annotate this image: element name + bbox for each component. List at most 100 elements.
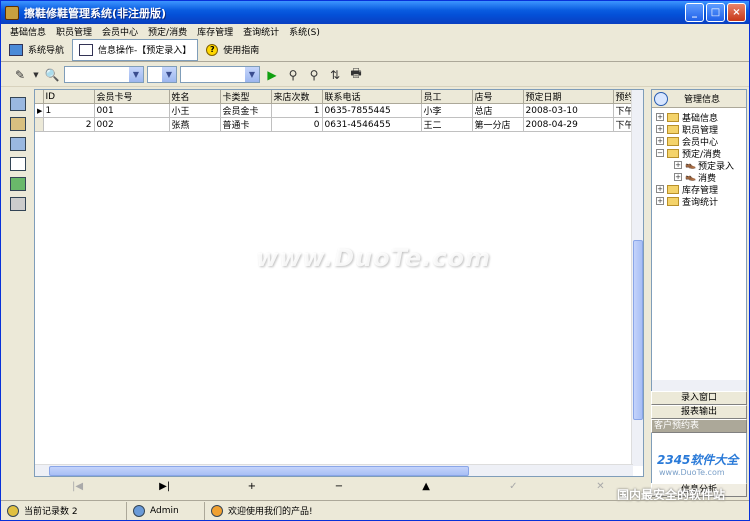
search-icon[interactable]: ⚲	[284, 66, 302, 84]
value-select[interactable]: ▼	[180, 66, 260, 83]
tree-item-member[interactable]: + 会员中心	[656, 135, 746, 148]
tree-item-query[interactable]: + 查询统计	[656, 195, 746, 208]
insert-record-button[interactable]: +	[208, 481, 295, 492]
collapse-icon[interactable]: −	[656, 149, 664, 157]
table-cell[interactable]: 2008-03-10	[523, 103, 614, 118]
menu-staff[interactable]: 职员管理	[51, 25, 97, 38]
table-row[interactable]: ▶ 1 001 小王 会员金卡 1 0635-7855445 小李 总店 200…	[35, 103, 635, 118]
chevron-down-icon: ▼	[129, 67, 143, 82]
close-button[interactable]: ×	[727, 3, 746, 22]
welcome-cell: 欢迎使用我们的产品!	[205, 502, 405, 520]
column-header[interactable]: 姓名	[169, 90, 221, 104]
report-output-button[interactable]: 报表输出	[651, 405, 747, 419]
run-icon[interactable]: ▶	[263, 66, 281, 84]
user-icon	[133, 504, 145, 517]
expand-icon[interactable]: +	[656, 197, 664, 205]
column-header[interactable]: ID	[43, 90, 95, 104]
table-cell[interactable]: 0635-7855445	[322, 103, 422, 118]
chevron-down-icon: ▼	[245, 67, 259, 82]
menu-booking[interactable]: 预定/消费	[143, 25, 192, 38]
tree-item-booking[interactable]: − 预定/消费	[656, 147, 746, 160]
grid-vertical-scrollbar[interactable]	[631, 90, 643, 466]
expand-icon[interactable]: +	[656, 113, 664, 121]
data-grid[interactable]: ID 会员卡号 姓名 卡类型 来店次数 联系电话 员工 店号 预定日期 预约 ▶…	[34, 89, 644, 477]
table-row[interactable]: 2 002 张燕 普通卡 0 0631-4546455 王二 第一分店 2008…	[35, 117, 635, 132]
maximize-button[interactable]: □	[706, 3, 725, 22]
delete-record-button[interactable]: −	[295, 481, 382, 492]
table-cell[interactable]: 1	[271, 103, 323, 118]
column-header[interactable]: 店号	[472, 90, 524, 104]
column-header[interactable]: 会员卡号	[94, 90, 170, 104]
globe-icon	[654, 91, 668, 106]
column-header[interactable]: 卡类型	[220, 90, 272, 104]
menu-basic-info[interactable]: 基础信息	[5, 25, 51, 38]
document-icon[interactable]	[10, 157, 26, 171]
tree-item-basic-info[interactable]: + 基础信息	[656, 111, 746, 124]
first-record-button[interactable]: |◀	[34, 481, 121, 492]
book-icon[interactable]	[10, 137, 26, 151]
edit-record-button[interactable]: ▲	[383, 481, 470, 492]
column-header[interactable]: 预定日期	[523, 90, 614, 104]
expand-icon[interactable]: +	[656, 125, 664, 133]
scroll-thumb[interactable]	[49, 466, 469, 476]
tree-item-staff[interactable]: + 职员管理	[656, 123, 746, 136]
table-cell[interactable]: 王二	[421, 117, 473, 132]
expand-icon[interactable]: +	[674, 161, 682, 169]
table-cell[interactable]: 2	[43, 117, 95, 132]
tree-item-booking-entry[interactable]: + 👞 预定录入	[656, 159, 746, 172]
menu-member[interactable]: 会员中心	[97, 25, 143, 38]
expand-icon[interactable]: +	[656, 137, 664, 145]
table-cell[interactable]: 0631-4546455	[322, 117, 422, 132]
tools-icon[interactable]	[10, 117, 26, 131]
entry-window-button[interactable]: 录入窗口	[651, 391, 747, 405]
print-icon[interactable]: 🖶	[347, 66, 365, 84]
table-cell[interactable]: 普通卡	[220, 117, 272, 132]
tab-label: 使用指南	[223, 46, 260, 56]
chart-icon[interactable]	[10, 177, 26, 191]
table-cell[interactable]: 002	[94, 117, 170, 132]
menu-system[interactable]: 系统(S)	[284, 25, 325, 38]
table-cell[interactable]: 总店	[472, 103, 524, 118]
shoe-icon: 👞	[685, 172, 697, 182]
table-cell[interactable]: 会员金卡	[220, 103, 272, 118]
tab-navigation[interactable]: 系统导航	[3, 40, 70, 60]
operator-select[interactable]: ▼	[147, 66, 177, 83]
last-record-button[interactable]: ▶|	[121, 481, 208, 492]
table-cell[interactable]: 1	[43, 103, 95, 118]
tab-guide[interactable]: ? 使用指南	[200, 40, 265, 60]
field-select[interactable]: ▼	[64, 66, 144, 83]
tab-booking-entry[interactable]: 信息操作-【预定录入】	[72, 38, 199, 61]
title-bar[interactable]: 擦鞋修鞋管理系统(非注册版) _ □ ×	[1, 1, 749, 24]
find-icon[interactable]: 🔍	[43, 66, 61, 84]
pencil-icon[interactable]: ✎	[11, 66, 29, 84]
expand-icon[interactable]: +	[674, 173, 682, 181]
table-cell[interactable]: 001	[94, 103, 170, 118]
column-header[interactable]: 员工	[421, 90, 473, 104]
table-cell[interactable]: 2008-04-29	[523, 117, 614, 132]
column-header[interactable]: 来店次数	[271, 90, 323, 104]
table-cell[interactable]: 小王	[169, 103, 221, 118]
dropdown-arrow-icon[interactable]: ▼	[32, 66, 40, 84]
table-cell[interactable]: 第一分店	[472, 117, 524, 132]
grid-horizontal-scrollbar[interactable]	[35, 464, 633, 476]
tree-item-consume[interactable]: + 👞 消费	[656, 171, 746, 184]
sort-icon[interactable]: ⇅	[326, 66, 344, 84]
row-indicator-header	[35, 90, 44, 104]
tree-item-inventory[interactable]: + 库存管理	[656, 183, 746, 196]
status-bar: 当前记录数 2 Admin 欢迎使用我们的产品!	[1, 500, 749, 520]
window-icon[interactable]	[10, 97, 26, 111]
menu-inventory[interactable]: 库存管理	[192, 25, 238, 38]
minimize-button[interactable]: _	[685, 3, 704, 22]
menu-query[interactable]: 查询统计	[238, 25, 284, 38]
scroll-thumb[interactable]	[633, 240, 643, 420]
trash-icon[interactable]	[10, 197, 26, 211]
help-icon: ?	[206, 43, 219, 56]
expand-icon[interactable]: +	[656, 185, 664, 193]
post-record-button[interactable]: ✓	[470, 481, 557, 492]
search-all-icon[interactable]: ⚲	[305, 66, 323, 84]
table-cell[interactable]: 0	[271, 117, 323, 132]
customer-booking-button[interactable]: 客户预约表	[651, 419, 747, 433]
table-cell[interactable]: 小李	[421, 103, 473, 118]
table-cell[interactable]: 张燕	[169, 117, 221, 132]
column-header[interactable]: 联系电话	[322, 90, 422, 104]
